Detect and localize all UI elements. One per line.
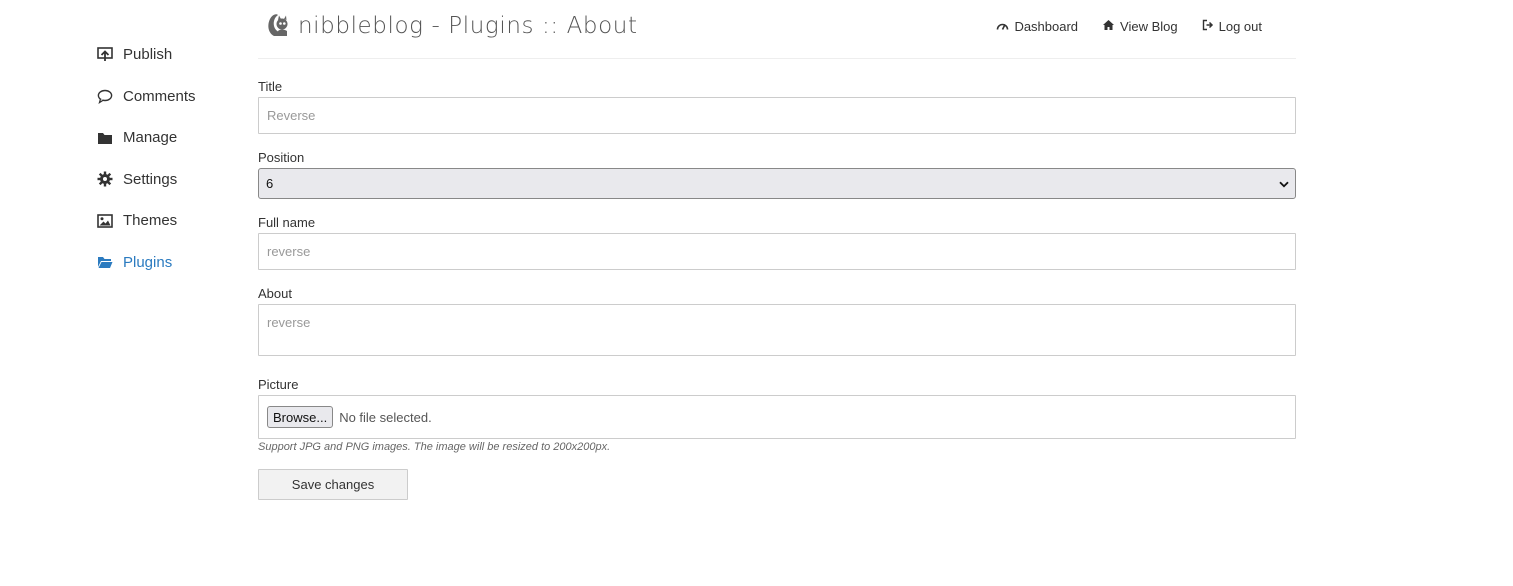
picture-hint: Support JPG and PNG images. The image wi… — [258, 441, 611, 453]
sidebar: Publish Comments Manage Settings Themes … — [97, 34, 247, 283]
top-nav: Dashboard View Blog Log out — [972, 19, 1262, 34]
full-name-input[interactable] — [258, 233, 1296, 270]
position-label: Position — [258, 150, 305, 165]
sidebar-item-label: Publish — [123, 46, 173, 64]
full-name-field-group: Full name — [258, 215, 1296, 270]
no-file-selected-text: No file selected. — [339, 409, 432, 425]
chevron-down-icon — [1279, 176, 1289, 191]
position-select[interactable]: 6 — [258, 168, 1296, 199]
sidebar-item-label: Plugins — [123, 253, 173, 271]
title-label: Title — [258, 79, 283, 94]
logout-link[interactable]: Log out — [1202, 19, 1262, 34]
sidebar-item-label: Manage — [123, 129, 178, 147]
logout-icon — [1202, 19, 1219, 34]
dashboard-link-label: Dashboard — [1014, 18, 1079, 34]
sidebar-item-label: Themes — [123, 212, 178, 230]
header: nibbleblog - Plugins :: About Dashboard … — [258, 0, 1296, 59]
browse-button[interactable]: Browse... — [267, 406, 334, 428]
position-field-group: Position 6 — [258, 150, 1296, 199]
folder-icon — [97, 131, 123, 145]
view-blog-link-label: View Blog — [1120, 18, 1178, 34]
about-textarea[interactable] — [258, 304, 1296, 356]
sidebar-item-settings[interactable]: Settings — [97, 159, 247, 201]
picture-field-group: Picture Browse... No file selected. Supp… — [258, 377, 1296, 453]
brand: nibbleblog - Plugins :: About — [266, 13, 638, 42]
save-changes-button[interactable]: Save changes — [258, 469, 408, 500]
home-icon — [1102, 19, 1120, 34]
folder-open-icon — [97, 255, 123, 269]
plugin-settings-form: Title Position 6 Full name About Picture… — [258, 59, 1296, 500]
publish-icon — [97, 47, 123, 62]
comment-icon — [97, 89, 123, 104]
main-content: nibbleblog - Plugins :: About Dashboard … — [258, 0, 1296, 500]
sidebar-item-plugins[interactable]: Plugins — [97, 242, 247, 284]
dashboard-link[interactable]: Dashboard — [996, 19, 1078, 34]
title-field-group: Title — [258, 79, 1296, 134]
about-label: About — [258, 286, 292, 301]
gear-icon — [97, 171, 123, 187]
sidebar-item-label: Settings — [123, 170, 178, 188]
sidebar-item-comments[interactable]: Comments — [97, 76, 247, 118]
position-selected-value: 6 — [266, 176, 274, 191]
page-title: nibbleblog - Plugins :: About — [298, 13, 638, 39]
about-field-group: About — [258, 286, 1296, 361]
sidebar-item-themes[interactable]: Themes — [97, 200, 247, 242]
sidebar-item-manage[interactable]: Manage — [97, 117, 247, 159]
logout-link-label: Log out — [1218, 18, 1262, 34]
sidebar-item-label: Comments — [123, 87, 196, 105]
view-blog-link[interactable]: View Blog — [1102, 19, 1178, 34]
image-icon — [97, 213, 123, 228]
nibbleblog-logo-icon — [266, 11, 290, 42]
dashboard-icon — [996, 19, 1014, 34]
title-input[interactable] — [258, 97, 1296, 134]
picture-file-input: Browse... No file selected. — [258, 395, 1296, 439]
sidebar-item-publish[interactable]: Publish — [97, 34, 247, 76]
full-name-label: Full name — [258, 215, 316, 230]
picture-label: Picture — [258, 377, 299, 392]
